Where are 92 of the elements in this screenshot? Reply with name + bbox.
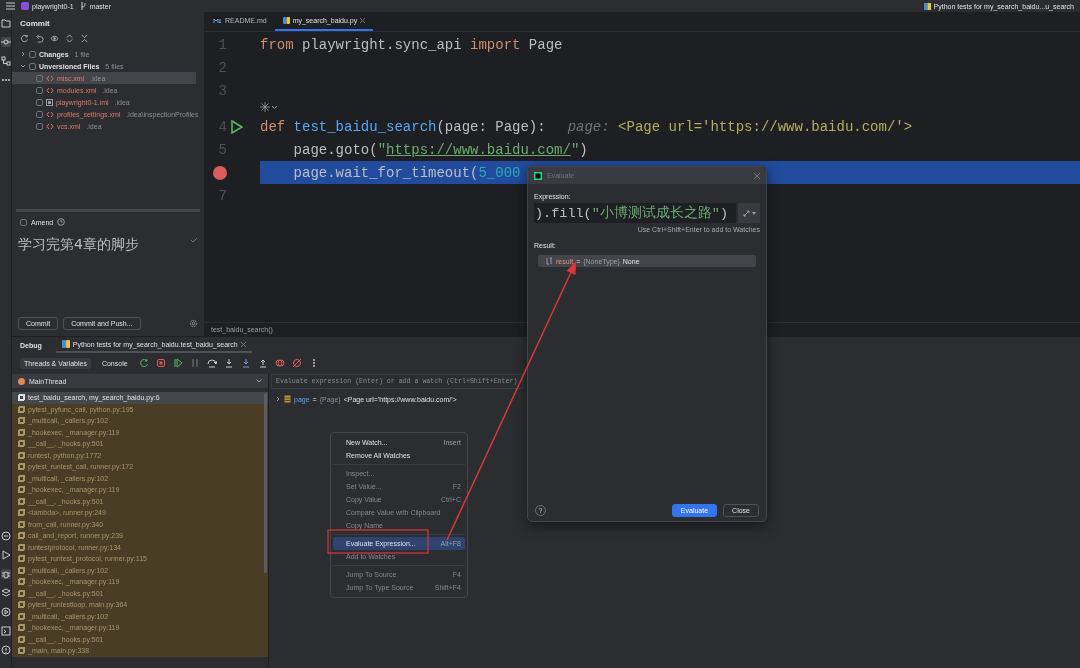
frame-icon [18, 474, 25, 482]
object-icon [284, 395, 291, 403]
stop-icon[interactable] [155, 358, 166, 368]
frame-icon [18, 394, 25, 402]
terminal-icon[interactable] [0, 626, 11, 636]
code-line: page.wait_for_timeout(5_000 [292, 164, 521, 181]
code-line: def test_baidu_search(page: Page): [260, 118, 546, 135]
frame-icon [18, 405, 25, 413]
sparkle-icon[interactable] [260, 102, 278, 112]
frame-icon [18, 497, 25, 505]
close-icon[interactable] [360, 18, 366, 23]
undo-icon[interactable] [35, 34, 44, 43]
run-icon[interactable] [0, 550, 11, 560]
rerun-icon[interactable] [138, 358, 149, 368]
checkbox[interactable] [29, 50, 36, 58]
panel-title: Commit [19, 18, 51, 30]
checkbox[interactable] [36, 86, 43, 94]
inlay-hint: page: <Page url='https://www.baidu.com/'> [567, 118, 913, 135]
frame-icon [18, 428, 25, 436]
collapse-all-icon[interactable] [80, 34, 89, 43]
frame-icon [18, 566, 25, 574]
python-packages-icon[interactable] [0, 531, 11, 541]
amend-checkbox[interactable] [20, 218, 27, 226]
expand-all-icon[interactable] [65, 34, 74, 43]
frame-icon [18, 601, 25, 609]
variable-icon [546, 257, 553, 265]
mute-breakpoints-icon[interactable] [291, 358, 302, 368]
python-icon [61, 340, 70, 348]
frame-icon [18, 463, 25, 471]
breakpoints-icon[interactable] [274, 358, 285, 368]
layers-icon[interactable] [0, 588, 11, 598]
breakpoint-icon[interactable] [213, 165, 227, 180]
frame-icon [18, 543, 25, 551]
step-over-icon[interactable] [206, 358, 217, 368]
python-file-icon [282, 17, 290, 24]
python-icon [923, 2, 931, 10]
caret-icon [751, 211, 756, 215]
frame-icon [18, 532, 25, 540]
close-icon[interactable] [240, 341, 246, 347]
check-icon [190, 236, 198, 244]
frame-icon [18, 520, 25, 528]
app-icon [534, 171, 542, 180]
xml-file-icon [46, 86, 54, 94]
expand-button[interactable] [738, 203, 760, 223]
checkbox[interactable] [36, 74, 43, 82]
eye-icon[interactable] [50, 34, 59, 43]
frame-icon [18, 451, 25, 459]
commit-icon[interactable] [0, 37, 11, 47]
resume-icon[interactable] [172, 358, 183, 368]
frame-icon [18, 635, 25, 643]
chevron-icon[interactable] [275, 396, 281, 402]
checkbox[interactable] [29, 62, 36, 70]
frame-icon [18, 647, 25, 655]
problems-icon[interactable] [0, 645, 11, 655]
frame-icon [18, 589, 25, 597]
checkbox[interactable] [36, 122, 43, 130]
services-icon[interactable] [0, 607, 11, 617]
frame-icon [18, 555, 25, 563]
step-into-my-code-icon[interactable] [240, 358, 251, 368]
frame-icon [18, 578, 25, 586]
debug-icon[interactable] [0, 569, 11, 579]
module-file-icon [46, 98, 53, 106]
structure-icon[interactable] [0, 56, 11, 66]
frame-icon [18, 612, 25, 620]
folder-icon[interactable] [0, 18, 11, 28]
frame-icon [18, 417, 25, 425]
branch-icon [79, 2, 87, 10]
xml-file-icon [46, 122, 54, 130]
menu-icon[interactable] [6, 2, 15, 10]
frame-icon [18, 624, 25, 632]
step-out-icon[interactable] [257, 358, 268, 368]
refresh-icon[interactable] [20, 34, 29, 43]
checkbox[interactable] [36, 110, 43, 118]
xml-file-icon [46, 74, 54, 82]
code-line: from playwright.sync_api import Page [260, 36, 563, 53]
thread-status-icon [18, 377, 25, 385]
run-icon[interactable] [231, 119, 243, 134]
expand-icon [742, 209, 750, 217]
code-line: page.goto("https://www.baidu.com/") [292, 141, 588, 158]
frame-icon [18, 440, 25, 448]
xml-file-icon [46, 110, 54, 118]
frame-icon [18, 486, 25, 494]
commit-message-field[interactable]: 学习完第4章的脚步 [18, 236, 139, 254]
expression-field[interactable]: ).fill("小博测试成长之路") [534, 203, 736, 223]
clock-icon[interactable] [57, 218, 66, 226]
settings-icon[interactable] [189, 319, 198, 328]
project-icon [21, 2, 29, 10]
markdown-file-icon [213, 17, 222, 24]
checkbox[interactable] [36, 98, 43, 106]
step-into-icon[interactable] [223, 358, 234, 368]
caret-icon [256, 379, 262, 383]
frame-icon [18, 509, 25, 517]
